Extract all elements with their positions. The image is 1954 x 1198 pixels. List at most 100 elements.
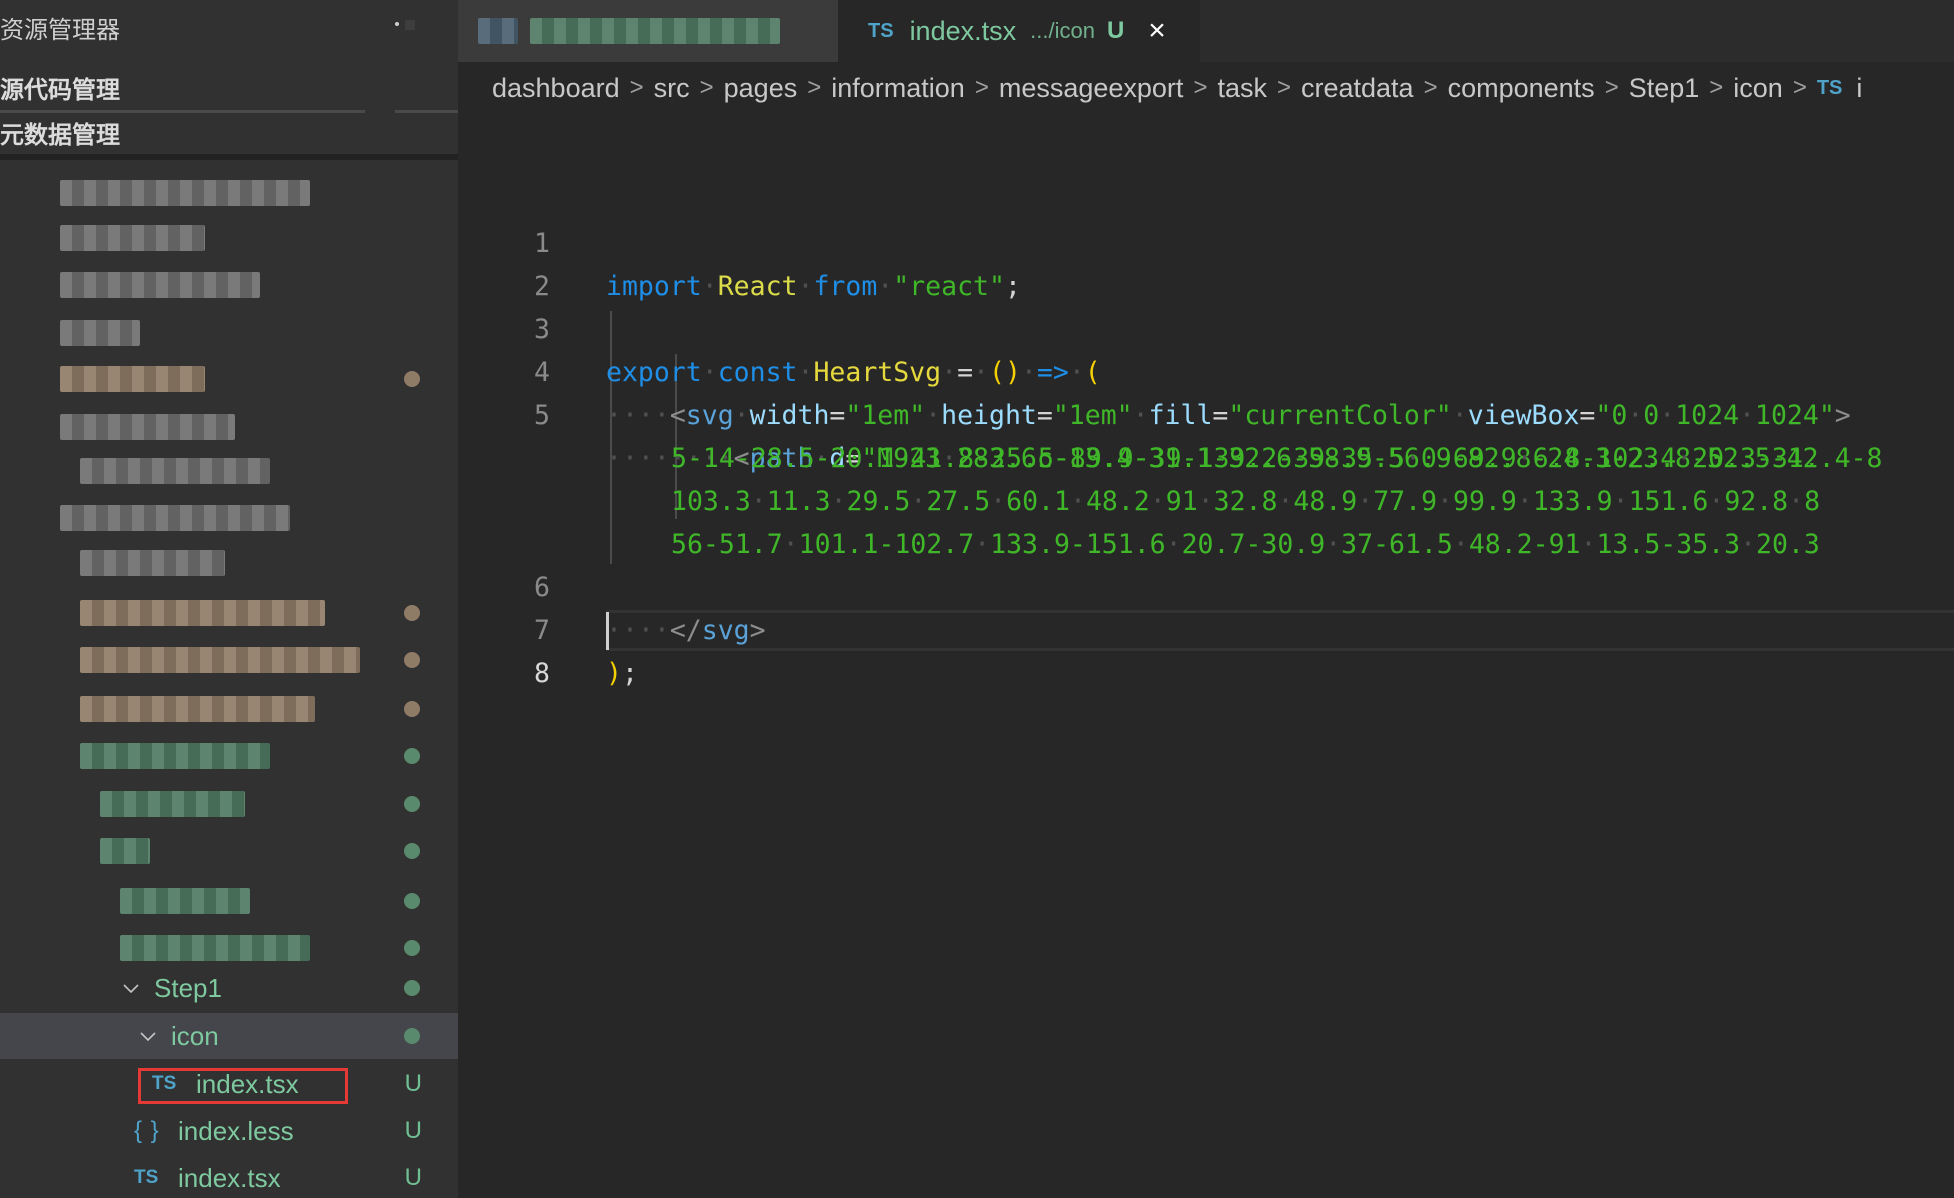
breadcrumb-item[interactable]: pages (724, 73, 798, 104)
breadcrumb-item[interactable]: Step1 (1629, 73, 1700, 104)
tree-item-obscured[interactable] (0, 637, 458, 683)
breadcrumb-item[interactable]: messageexport (999, 73, 1184, 104)
obscured-label (80, 550, 225, 576)
git-status-dot (404, 701, 420, 717)
git-status-dot (404, 1028, 420, 1044)
obscured-icon (405, 20, 415, 30)
tree-item-obscured[interactable] (0, 404, 458, 450)
git-status-dot (404, 652, 420, 668)
tree-item-obscured[interactable] (0, 170, 458, 216)
code-line: 1 import·React·from·"react"; (458, 179, 1954, 302)
breadcrumb-file[interactable]: i (1856, 73, 1862, 104)
close-icon[interactable]: × (1148, 16, 1166, 46)
obscured-label (120, 935, 310, 961)
more-actions-icon[interactable] (395, 22, 399, 26)
breadcrumb-item[interactable]: creatdata (1301, 73, 1414, 104)
tree-file-index-less[interactable]: { } index.less U (0, 1108, 458, 1154)
tree-label: index.less (178, 1115, 294, 1146)
typescript-file-icon: TS (134, 1167, 159, 1188)
typescript-file-icon: TS (1816, 76, 1843, 99)
tab-obscured[interactable] (458, 0, 838, 62)
code-line-wrapped: 5-14-28.5-20.1-41.8-25.5-89.9-39-139.2-3… (458, 394, 1954, 474)
code-line: 6 ····</svg> (458, 523, 1954, 646)
tab-description: .../icon (1030, 18, 1095, 43)
obscured-label (80, 696, 315, 722)
breadcrumb-item[interactable]: icon (1733, 73, 1783, 104)
code-line-wrapped: 56-51.7·101.1-102.7·133.9-151.6·20.7-30.… (458, 480, 1954, 560)
section-divider (0, 110, 365, 113)
tree-item-obscured[interactable] (0, 540, 458, 586)
breadcrumb-item[interactable]: components (1448, 73, 1595, 104)
obscured-file-icon (478, 18, 518, 44)
breadcrumb-item[interactable]: dashboard (492, 73, 620, 104)
code-line: 2 (458, 222, 1954, 302)
tree-folder-step1[interactable]: Step1 (0, 965, 458, 1011)
tree-item-obscured[interactable] (0, 215, 458, 261)
tree-item-obscured[interactable] (0, 733, 458, 779)
chevron-right-icon: > (1276, 74, 1291, 101)
tree-item-obscured[interactable] (0, 310, 458, 356)
code-editor[interactable]: 1 import·React·from·"react"; 2 3 export·… (458, 108, 1954, 1198)
explorer-title: 资源管理器 (0, 16, 120, 44)
obscured-label (80, 647, 360, 673)
obscured-label (60, 505, 290, 531)
chevron-right-icon: > (1423, 74, 1438, 101)
breadcrumb: dashboard > src > pages > information > mess… (492, 68, 1954, 108)
code-line: 7 ); (458, 566, 1954, 689)
tree-label: index.tsx (178, 1162, 281, 1193)
tree-item-obscured[interactable] (0, 781, 458, 827)
chevron-right-icon: > (629, 74, 644, 101)
tab-bar: TS index.tsx .../icon U × (458, 0, 1954, 62)
tree-item-obscured[interactable] (0, 590, 458, 636)
breadcrumb-item[interactable]: src (654, 73, 690, 104)
scroll-shadow (0, 154, 458, 160)
tree-item-obscured[interactable] (0, 878, 458, 924)
section-divider (395, 110, 458, 113)
tree-item-obscured[interactable] (0, 356, 458, 402)
obscured-label (60, 366, 205, 392)
chevron-down-icon (137, 1025, 159, 1047)
tree-item-obscured[interactable] (0, 828, 458, 874)
typescript-file-icon: TS (868, 19, 894, 42)
obscured-label (60, 272, 260, 298)
code-line: 8 (458, 609, 1954, 689)
section-metadata[interactable]: 元数据管理 (0, 115, 120, 151)
obscured-label (80, 600, 325, 626)
tree-item-obscured[interactable] (0, 686, 458, 732)
git-status-untracked: U (404, 1117, 422, 1144)
typescript-file-icon: TS (152, 1073, 177, 1094)
chevron-down-icon (120, 977, 142, 999)
tree-file-index-tsx[interactable]: TS index.tsx U (0, 1155, 458, 1198)
obscured-label (60, 180, 310, 206)
obscured-label (60, 225, 205, 251)
explorer-sidebar: 资源管理器 源代码管理 元数据管理 Step1 icon TS index.ts… (0, 0, 458, 1198)
git-status-untracked: U (404, 1164, 422, 1191)
chevron-right-icon: > (974, 74, 989, 101)
git-status-dot (404, 371, 420, 387)
less-file-icon: { } (134, 1117, 160, 1144)
breadcrumb-item[interactable]: information (831, 73, 965, 104)
obscured-label (100, 838, 150, 864)
tree-item-obscured[interactable] (0, 262, 458, 308)
code-line: 4 ····<svg·width="1em"·height="1em"·fill… (458, 308, 1954, 431)
git-status-untracked: U (404, 1070, 422, 1097)
code-line: 3 export·const·HeartSvg·=·()·=>·( (458, 265, 1954, 388)
obscured-label (60, 320, 140, 346)
code-text: ); (606, 658, 638, 689)
tree-file-icon-index-tsx[interactable]: TS index.tsx U (0, 1061, 458, 1107)
tree-item-obscured[interactable] (0, 495, 458, 541)
chevron-right-icon: > (807, 74, 822, 101)
tree-folder-icon[interactable]: icon (0, 1013, 458, 1059)
obscured-tab-label (530, 18, 780, 44)
tree-item-obscured[interactable] (0, 448, 458, 494)
obscured-label (60, 414, 235, 440)
chevron-right-icon: > (1193, 74, 1208, 101)
obscured-label (120, 888, 250, 914)
chevron-right-icon: > (1792, 74, 1807, 101)
breadcrumb-item[interactable]: task (1217, 73, 1267, 104)
section-source-control[interactable]: 源代码管理 (0, 70, 120, 106)
git-status-dot (404, 940, 420, 956)
tab-index-tsx[interactable]: TS index.tsx .../icon U × (838, 0, 1200, 62)
git-status-dot (404, 748, 420, 764)
chevron-right-icon: > (699, 74, 714, 101)
